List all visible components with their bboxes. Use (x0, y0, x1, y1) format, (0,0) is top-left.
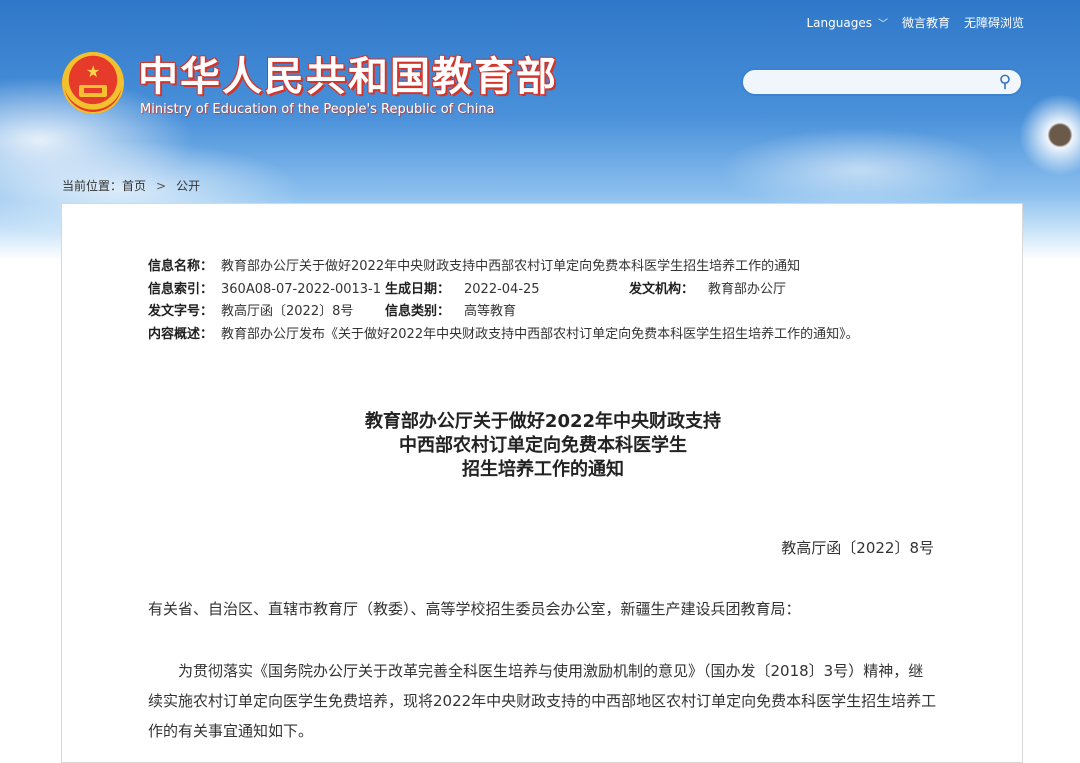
top-links: Languages ﹀ 微言教育 无障碍浏览 (806, 14, 1024, 31)
meta-issuer-label: 发文机构： (629, 281, 695, 297)
languages-link[interactable]: Languages (806, 16, 871, 30)
document-title-line-2: 中西部农村订单定向免费本科医学生 (399, 435, 687, 456)
weibo-link[interactable]: 微言教育 (902, 14, 950, 31)
site-title[interactable]: 中华人民共和国教育部 (138, 54, 558, 100)
breadcrumb-home-link[interactable]: 首页 (122, 179, 146, 193)
meta-row-index: 信息索引： 360A08-07-2022-0013-1 生成日期： 2022-04… (148, 279, 859, 302)
article-panel: 信息名称： 教育部办公厅关于做好2022年中央财政支持中西部农村订单定向免费本科医… (61, 203, 1023, 763)
meta-category-value: 高等教育 (464, 304, 517, 319)
meta-category-label: 信息类别： (385, 304, 451, 319)
meta-row-summary: 内容概述： 教育部办公厅发布《关于做好2022年中央财政支持中西部农村订单定向免费… (148, 324, 859, 347)
document-addressee: 有关省、自治区、直辖市教育厅（教委）、高等学校招生委员会办公室，新疆生产建设兵团… (148, 600, 801, 618)
document-metadata: 信息名称： 教育部办公厅关于做好2022年中央财政支持中西部农村订单定向免费本科医… (148, 256, 859, 346)
meta-row-docno: 发文字号： 教高厅函〔2022〕8号 信息类别： 高等教育 (148, 301, 859, 324)
document-title: 教育部办公厅关于做好2022年中央财政支持 中西部农村订单定向免费本科医学生 招… (62, 410, 1024, 482)
breadcrumb-current-link[interactable]: 公开 (176, 179, 200, 193)
meta-docno-value: 教高厅函〔2022〕8号 (221, 304, 354, 319)
national-emblem-logo[interactable]: ★ (62, 52, 124, 114)
meta-row-name: 信息名称： 教育部办公厅关于做好2022年中央财政支持中西部农村订单定向免费本科医… (148, 256, 859, 279)
meta-summary-value: 教育部办公厅发布《关于做好2022年中央财政支持中西部农村订单定向免费本科医学生… (221, 326, 859, 342)
site-subtitle: Ministry of Education of the People's Re… (140, 102, 495, 117)
meta-name-label: 信息名称： (148, 259, 214, 274)
meta-date-value: 2022-04-25 (464, 281, 540, 297)
document-title-line-3: 招生培养工作的通知 (462, 459, 624, 480)
search-icon[interactable]: ⚲ (995, 72, 1015, 92)
search-box: ⚲ (741, 68, 1023, 96)
document-number: 教高厅函〔2022〕8号 (781, 539, 934, 557)
chevron-down-icon[interactable]: ﹀ (878, 15, 888, 30)
document-body-paragraph: 为贯彻落实《国务院办公厅关于改革完善全科医生培养与使用激励机制的意见》（国办发〔… (148, 662, 937, 740)
meta-issuer-value: 教育部办公厅 (708, 281, 787, 297)
meta-docno-label: 发文字号： (148, 304, 214, 319)
meta-summary-label: 内容概述： (148, 326, 214, 342)
accessibility-link[interactable]: 无障碍浏览 (964, 14, 1024, 31)
breadcrumb-prefix: 当前位置： (62, 179, 123, 193)
breadcrumb: 当前位置：首页 > 公开 (62, 177, 200, 194)
meta-name-value: 教育部办公厅关于做好2022年中央财政支持中西部农村订单定向免费本科医学生招生培… (221, 259, 801, 274)
meta-index-value: 360A08-07-2022-0013-1 (221, 281, 382, 297)
meta-index-label: 信息索引： (148, 281, 214, 297)
breadcrumb-separator: > (156, 179, 167, 193)
document-title-line-1: 教育部办公厅关于做好2022年中央财政支持 (364, 411, 722, 432)
meta-date-label: 生成日期： (385, 281, 451, 297)
search-input[interactable] (757, 70, 1001, 96)
